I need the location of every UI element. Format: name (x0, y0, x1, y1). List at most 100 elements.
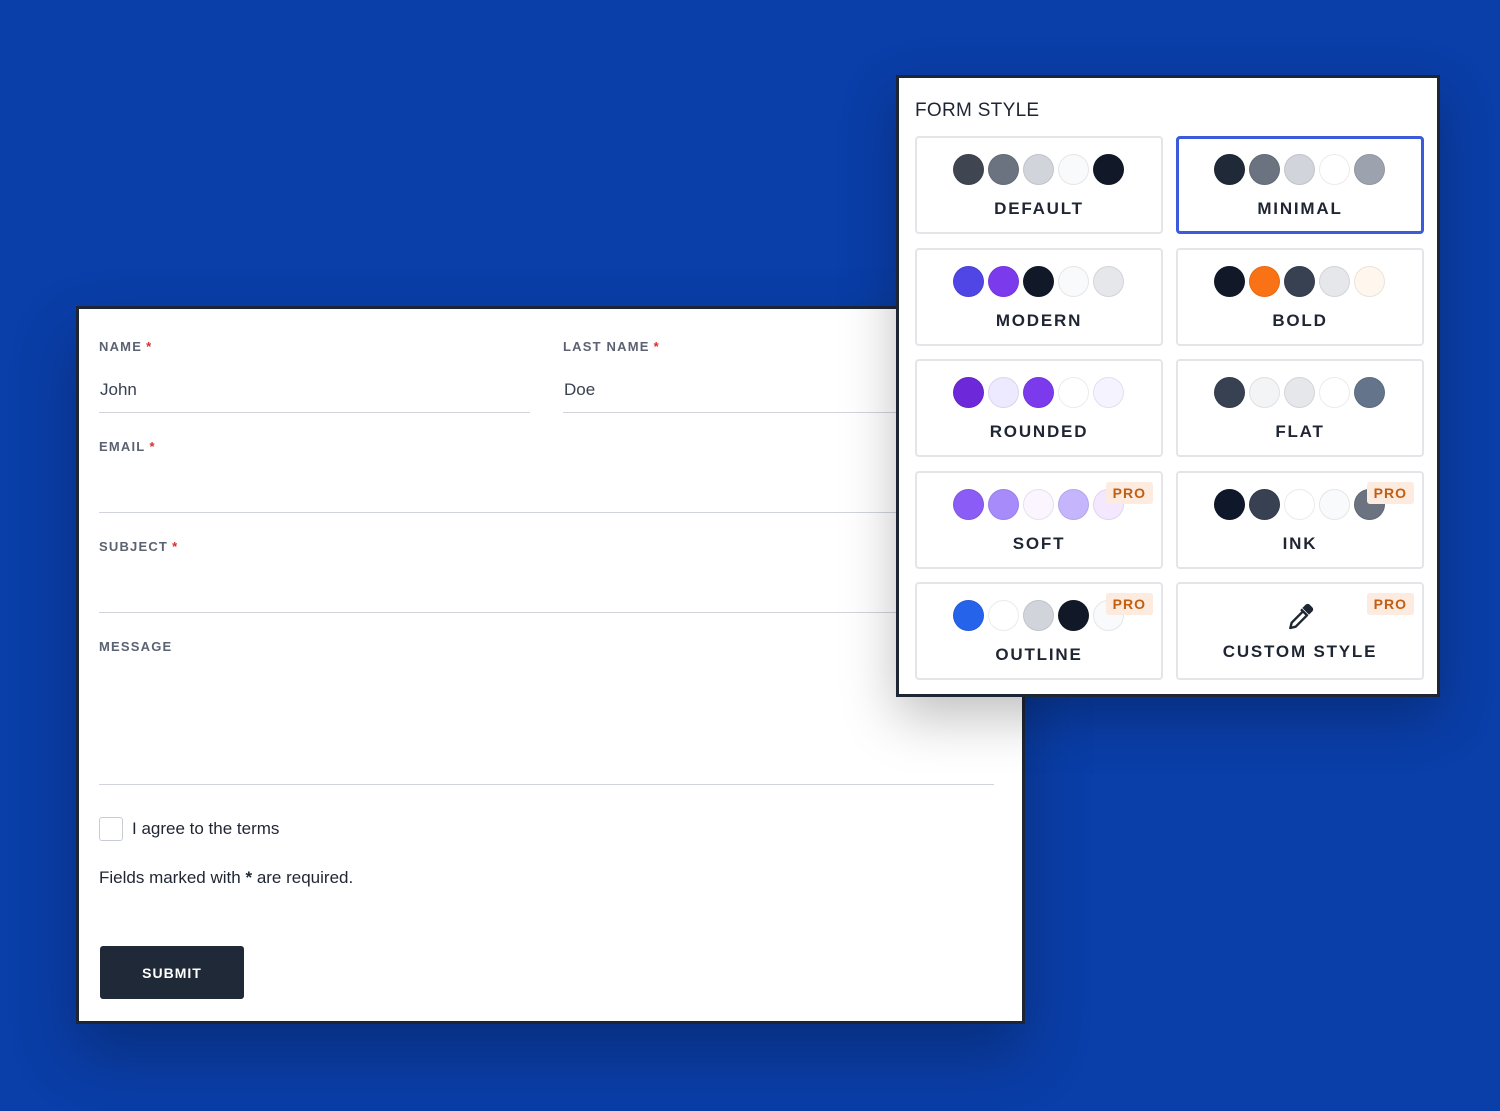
style-tile-modern[interactable]: MODERN (915, 248, 1163, 346)
pro-badge: PRO (1105, 482, 1153, 504)
color-swatch (988, 600, 1019, 631)
color-swatch (953, 377, 984, 408)
color-picker-icon (1289, 603, 1314, 630)
email-label: EMAIL * (99, 439, 156, 454)
subject-label: SUBJECT * (99, 539, 179, 554)
required-mark: * (146, 339, 153, 354)
form-style-panel: FORM STYLE DEFAULT MINIMAL MODERN BOLD ROUND… (896, 75, 1440, 697)
required-mark: * (172, 539, 179, 554)
color-swatch (1058, 377, 1089, 408)
color-swatch (1058, 266, 1089, 297)
style-tile-default[interactable]: DEFAULT (915, 136, 1163, 234)
color-swatch (1249, 266, 1280, 297)
color-swatches (953, 489, 1128, 520)
color-swatch (1023, 266, 1054, 297)
style-tile-bold[interactable]: BOLD (1176, 248, 1424, 346)
color-swatch (988, 377, 1019, 408)
color-swatch (1354, 154, 1385, 185)
color-swatch (1058, 489, 1089, 520)
style-tile-label: FLAT (1275, 422, 1325, 441)
color-swatches (1214, 489, 1389, 520)
pro-badge: PRO (1105, 593, 1153, 615)
color-swatch (1249, 377, 1280, 408)
color-swatches (953, 266, 1128, 297)
style-tile-label: ROUNDED (989, 422, 1089, 441)
color-swatch (1093, 154, 1124, 185)
style-tile-rounded[interactable]: ROUNDED (915, 359, 1163, 457)
color-swatch (1284, 266, 1315, 297)
required-mark: * (149, 439, 156, 454)
color-swatch (1249, 154, 1280, 185)
style-tile-label: SOFT (1012, 534, 1066, 553)
color-swatch (1058, 154, 1089, 185)
color-swatch (1354, 266, 1385, 297)
style-tile-custom-style[interactable]: CUSTOM STYLE PRO (1176, 582, 1424, 680)
color-swatch (1319, 154, 1350, 185)
color-swatch (1284, 154, 1315, 185)
terms-agreement: I agree to the terms (99, 817, 279, 841)
style-tile-flat[interactable]: FLAT (1176, 359, 1424, 457)
color-swatch (1249, 489, 1280, 520)
style-tile-label: CUSTOM STYLE (1222, 642, 1378, 661)
color-swatches (953, 154, 1128, 185)
terms-checkbox[interactable] (99, 817, 123, 841)
color-swatch (1319, 266, 1350, 297)
color-swatch (1284, 489, 1315, 520)
color-swatch (1023, 489, 1054, 520)
color-swatch (988, 154, 1019, 185)
color-swatches (953, 600, 1128, 631)
color-swatch (1023, 154, 1054, 185)
name-field-group: NAME * (99, 339, 530, 415)
color-swatches (953, 377, 1128, 408)
required-fields-note: Fields marked with * are required. (99, 868, 354, 887)
contact-form-card: NAME* LAST NAME* EMAIL* SUBJECT* MESSAGE… (76, 306, 1025, 1024)
color-swatch (1354, 377, 1385, 408)
style-tile-outline[interactable]: OUTLINE PRO (915, 582, 1163, 680)
color-swatches (1214, 266, 1389, 297)
color-swatch (1319, 489, 1350, 520)
color-swatch (988, 489, 1019, 520)
color-swatch (1284, 377, 1315, 408)
name-input[interactable] (99, 367, 530, 413)
terms-label[interactable]: I agree to the terms (132, 819, 279, 839)
color-swatch (1214, 377, 1245, 408)
email-input[interactable] (99, 467, 994, 513)
style-tile-label: DEFAULT (994, 199, 1084, 218)
panel-title: FORM STYLE (915, 100, 1040, 121)
subject-field-group: SUBJECT * (99, 539, 994, 615)
color-swatch (1023, 377, 1054, 408)
style-tile-label: MODERN (995, 311, 1083, 330)
message-textarea[interactable] (99, 663, 994, 785)
required-mark: * (653, 339, 660, 354)
submit-button[interactable]: SUBMIT (100, 946, 244, 999)
style-tile-label: INK (1282, 534, 1318, 553)
style-tile-label: OUTLINE (995, 645, 1083, 664)
color-swatch (953, 600, 984, 631)
color-swatch (953, 489, 984, 520)
color-swatch (1214, 154, 1245, 185)
color-swatch (953, 154, 984, 185)
subject-input[interactable] (99, 567, 994, 613)
color-swatch (1023, 600, 1054, 631)
message-field-group: MESSAGE (99, 639, 994, 785)
color-swatch (1093, 377, 1124, 408)
style-tile-minimal[interactable]: MINIMAL (1176, 136, 1424, 234)
color-swatch (953, 266, 984, 297)
color-swatch (1214, 489, 1245, 520)
message-label: MESSAGE (99, 639, 173, 654)
style-tile-soft[interactable]: SOFT PRO (915, 471, 1163, 569)
style-tile-label: MINIMAL (1257, 199, 1343, 218)
style-tile-label: BOLD (1272, 311, 1328, 330)
color-swatch (1058, 600, 1089, 631)
email-field-group: EMAIL * (99, 439, 994, 515)
color-swatch (988, 266, 1019, 297)
color-swatches (1214, 154, 1389, 185)
name-label: NAME * (99, 339, 153, 354)
color-swatches (1214, 377, 1389, 408)
pro-badge: PRO (1366, 593, 1414, 615)
pro-badge: PRO (1366, 482, 1414, 504)
color-swatch (1093, 266, 1124, 297)
style-tile-ink[interactable]: INK PRO (1176, 471, 1424, 569)
color-swatch (1214, 266, 1245, 297)
color-swatch (1319, 377, 1350, 408)
